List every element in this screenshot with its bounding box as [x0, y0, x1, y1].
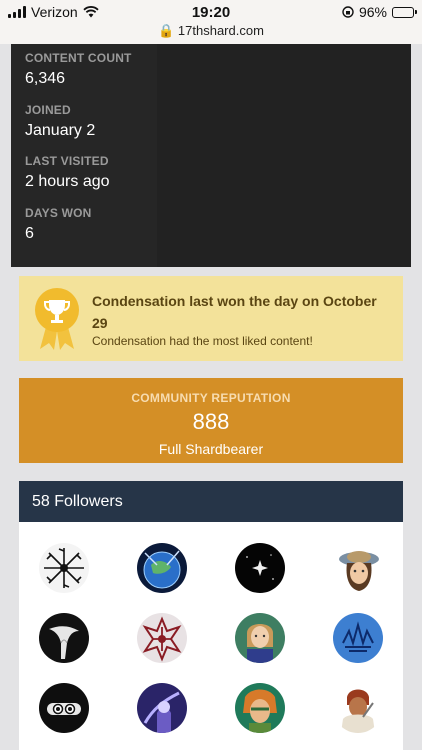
stat-label: LAST VISITED: [25, 154, 109, 168]
battery-percent: 96%: [358, 4, 387, 20]
stat-label: JOINED: [25, 103, 71, 117]
avatar-star-black[interactable]: [235, 543, 285, 593]
avatar-girl-hat[interactable]: [333, 543, 383, 593]
status-right: 96%: [342, 4, 417, 20]
stat-value: January 2: [25, 122, 96, 139]
avatar-blue-planet[interactable]: [137, 543, 187, 593]
status-bar: Verizon 19:20 🔒 17thshard.com 96%: [0, 0, 422, 44]
avatar-white-figure[interactable]: [39, 613, 89, 663]
lock-icon: 🔒: [158, 23, 175, 38]
reputation-value: 888: [192, 409, 230, 434]
stat-label: DAYS WON: [25, 206, 92, 220]
avatar-ninja[interactable]: [39, 683, 89, 733]
stat-value: 2 hours ago: [25, 173, 110, 190]
avatar-purple-mage[interactable]: [137, 683, 187, 733]
stat-value: 6,346: [25, 70, 66, 87]
avatar-black-tree[interactable]: [39, 543, 89, 593]
trophy-icon: [35, 288, 79, 350]
avatar-red-warrior[interactable]: [333, 683, 383, 733]
url-text: 17thshard.com: [177, 23, 264, 38]
day-winner-award: Condensation last won the day on October…: [19, 276, 403, 361]
avatar-red-emblem[interactable]: [137, 613, 187, 663]
stat-content-count: CONTENT COUNT 6,346: [25, 51, 132, 88]
rotation-lock-icon: [342, 6, 354, 18]
battery-icon: [392, 6, 417, 18]
award-description: Condensation had the most liked content!: [92, 334, 313, 348]
award-title: Condensation last won the day on October…: [92, 293, 377, 331]
community-reputation: COMMUNITY REPUTATION 888 Full Shardbeare…: [19, 378, 403, 463]
followers-header[interactable]: 58 Followers: [19, 481, 403, 522]
reputation-label: COMMUNITY REPUTATION: [131, 391, 291, 405]
stat-label: CONTENT COUNT: [25, 51, 132, 65]
stat-last-visited: LAST VISITED 2 hours ago: [25, 154, 110, 191]
stat-days-won: DAYS WON 6: [25, 206, 92, 243]
reputation-rank: Full Shardbearer: [158, 441, 264, 457]
stat-joined: JOINED January 2: [25, 103, 95, 140]
profile-stats: CONTENT COUNT 6,346 JOINED January 2 LAS…: [11, 44, 411, 267]
avatar-blue-glyph[interactable]: [333, 613, 383, 663]
avatar-green-fairy[interactable]: [235, 683, 285, 733]
stats-right-panel: [157, 44, 411, 267]
avatar-blonde-girl[interactable]: [235, 613, 285, 663]
stat-value: 6: [25, 225, 34, 242]
address-bar[interactable]: 🔒 17thshard.com: [0, 23, 422, 39]
followers-panel: 58 Followers: [19, 481, 403, 750]
